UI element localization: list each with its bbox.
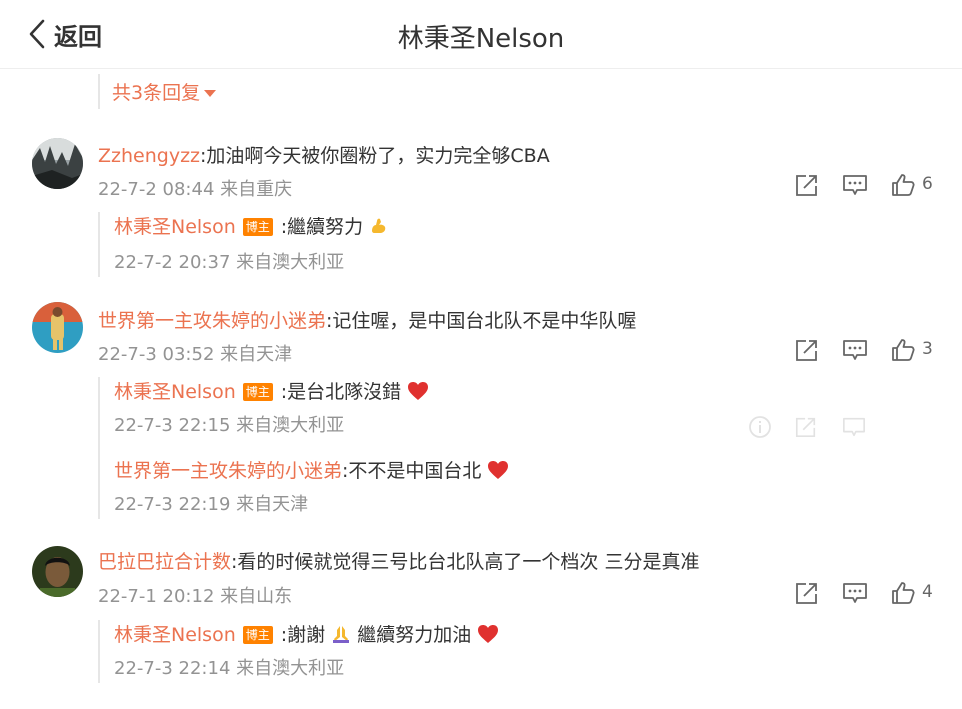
share-icon[interactable]	[794, 580, 820, 606]
expand-replies-link[interactable]: 共3条回复	[98, 74, 217, 109]
like-icon[interactable]	[890, 172, 916, 198]
top-bar: 返回 林秉圣Nelson	[0, 0, 962, 69]
reply-text: 繼續努力加油	[357, 624, 472, 646]
reply-text: :不不是中国台北	[342, 460, 482, 482]
comment-actions: 6	[792, 172, 942, 200]
comment-meta: 22-7-2 08:44 来自重庆	[98, 179, 293, 200]
avatar[interactable]	[32, 138, 83, 189]
comment-text: Zzhengyzz:加油啊今天被你圈粉了，实力完全够CBA	[98, 141, 550, 168]
flexed-arm-emoji	[372, 218, 386, 233]
comment-text: 世界第一主攻朱婷的小迷弟:记住喔，是中国台北队不是中华队喔	[98, 306, 636, 333]
reply-list: 林秉圣Nelson 博主 :謝謝 繼續努力加油 22-7-3 22:14 来自澳大利…	[98, 620, 499, 683]
comment-body: :看的时候就觉得三号比台北队高了一个档次 三分是真准	[231, 551, 700, 573]
comment-body: :加油啊今天被你圈粉了，实力完全够CBA	[200, 145, 550, 167]
like-icon[interactable]	[890, 580, 916, 606]
comment-meta: 22-7-1 20:12 来自山东	[98, 586, 293, 607]
comment-actions: 4	[792, 580, 942, 608]
avatar[interactable]	[32, 546, 83, 597]
praying-hands-emoji	[333, 626, 350, 643]
heart-emoji	[488, 461, 509, 479]
reply-hover-actions	[748, 415, 868, 441]
reply-text: :繼續努力	[280, 216, 364, 238]
reply-item: 世界第一主攻朱婷的小迷弟:不不是中国台北	[114, 456, 509, 486]
replies-count-label: 共3条回复	[112, 82, 201, 104]
comment-username[interactable]: 巴拉巴拉合计数	[98, 551, 231, 573]
reply-text: :是台北隊沒錯	[280, 381, 402, 403]
blogger-badge: 博主	[242, 218, 273, 236]
reply-meta: 22-7-2 20:37 来自澳大利亚	[114, 252, 345, 273]
comment-icon[interactable]	[842, 172, 868, 198]
comment-icon[interactable]	[842, 580, 868, 606]
info-icon[interactable]	[748, 415, 772, 439]
reply-username[interactable]: 林秉圣Nelson	[114, 381, 236, 403]
avatar[interactable]	[32, 302, 83, 353]
comment-meta: 22-7-3 03:52 来自天津	[98, 344, 293, 365]
blogger-badge: 博主	[242, 383, 273, 401]
like-icon[interactable]	[890, 337, 916, 363]
reply-item: 林秉圣Nelson 博主 :繼續努力	[114, 212, 389, 242]
blogger-badge: 博主	[242, 626, 273, 644]
like-count: 4	[922, 582, 933, 602]
comment-body: :记住喔，是中国台北队不是中华队喔	[326, 310, 637, 332]
share-icon[interactable]	[794, 337, 820, 363]
share-icon[interactable]	[794, 415, 818, 439]
caret-down-icon	[204, 90, 217, 97]
like-count: 3	[922, 339, 933, 359]
reply-list: 林秉圣Nelson 博主 :繼續努力 22-7-2 20:37 来自澳大利亚	[98, 212, 389, 277]
comment-actions: 3	[792, 337, 942, 365]
comment-username[interactable]: Zzhengyzz	[98, 145, 200, 167]
comment-username[interactable]: 世界第一主攻朱婷的小迷弟	[98, 310, 326, 332]
reply-meta: 22-7-3 22:14 来自澳大利亚	[114, 658, 345, 679]
reply-username[interactable]: 林秉圣Nelson	[114, 624, 236, 646]
page-title: 林秉圣Nelson	[397, 24, 565, 54]
heart-emoji	[408, 382, 429, 400]
reply-username[interactable]: 林秉圣Nelson	[114, 216, 236, 238]
like-count: 6	[922, 174, 933, 194]
reply-meta: 22-7-3 22:15 来自澳大利亚	[114, 415, 345, 436]
reply-username[interactable]: 世界第一主攻朱婷的小迷弟	[114, 460, 342, 482]
reply-meta: 22-7-3 22:19 来自天津	[114, 494, 309, 515]
reply-item: 林秉圣Nelson 博主 :謝謝 繼續努力加油	[114, 620, 499, 650]
comment-icon[interactable]	[842, 337, 868, 363]
reply-list: 林秉圣Nelson 博主 :是台北隊沒錯 22-7-3 22:15 来自澳大利亚 世…	[98, 377, 509, 519]
comment-text: 巴拉巴拉合计数:看的时候就觉得三号比台北队高了一个档次 三分是真准	[98, 547, 699, 574]
reply-item: 林秉圣Nelson 博主 :是台北隊沒錯	[114, 377, 509, 407]
share-icon[interactable]	[794, 172, 820, 198]
reply-text: :謝謝	[280, 624, 326, 646]
comment-icon[interactable]	[842, 415, 866, 439]
heart-emoji	[478, 625, 499, 643]
